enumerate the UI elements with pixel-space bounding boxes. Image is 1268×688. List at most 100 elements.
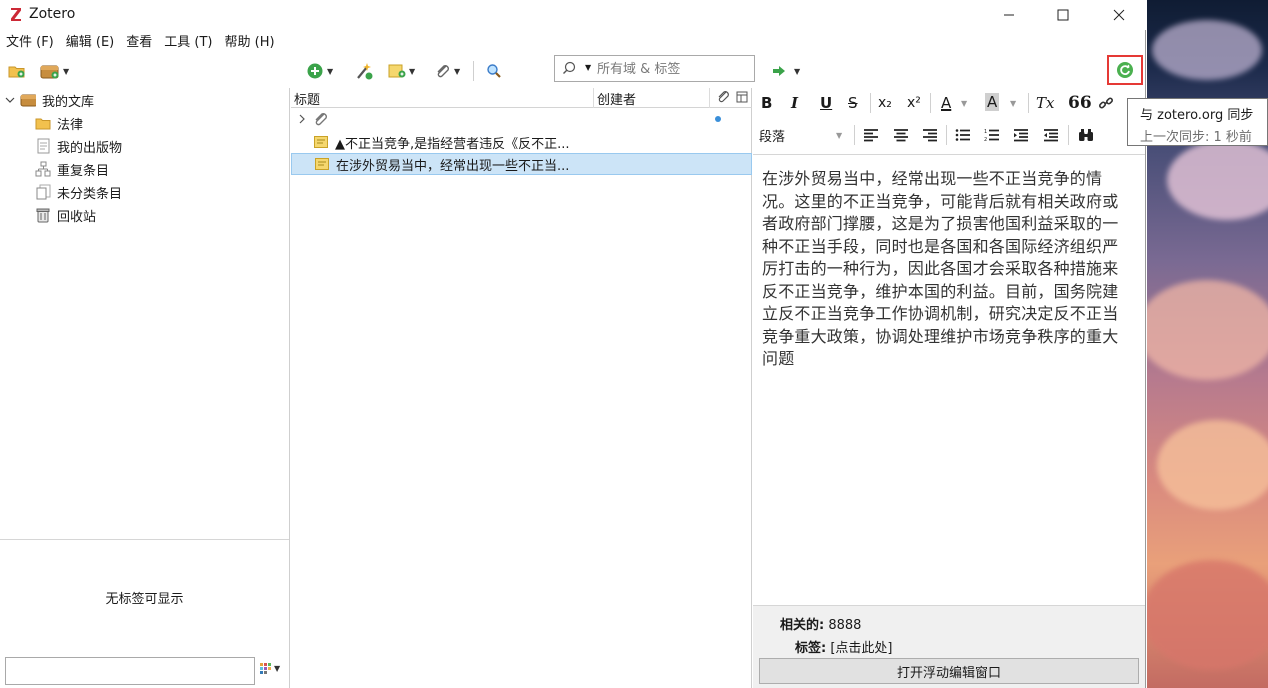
menu-view[interactable]: 查看 xyxy=(120,32,158,54)
table-row[interactable]: ▲不正当竞争,是指经营者违反《反不正... xyxy=(291,131,752,153)
superscript-button[interactable]: x² xyxy=(907,91,921,115)
minimize-button[interactable] xyxy=(986,0,1032,30)
svg-text:2: 2 xyxy=(984,137,987,142)
tag-selector-menu-button[interactable]: ▼ xyxy=(259,662,280,674)
tree-item-label: 重复条目 xyxy=(57,163,110,179)
related-row[interactable]: 相关的: 8888 xyxy=(780,614,861,633)
related-value[interactable]: 8888 xyxy=(828,618,861,633)
tree-item-my-library[interactable]: 我的文库 xyxy=(4,89,94,111)
search-mode-dropdown-icon[interactable]: ▼ xyxy=(585,63,591,72)
column-separator[interactable] xyxy=(593,88,594,108)
align-right-button[interactable] xyxy=(922,123,938,147)
tag-colors-icon xyxy=(260,663,271,674)
tree-item-my-publications[interactable]: 我的出版物 xyxy=(35,135,122,157)
menu-file[interactable]: 文件 (F) xyxy=(0,32,60,54)
tree-item-duplicates[interactable]: 重复条目 xyxy=(35,158,109,180)
search-input[interactable] xyxy=(597,59,747,79)
search-icon xyxy=(563,61,576,74)
arrow-right-icon xyxy=(773,66,785,76)
column-header-title[interactable]: 标题 xyxy=(294,89,320,108)
underline-button[interactable]: U xyxy=(820,91,832,115)
editor-toolbar-divider xyxy=(753,154,1145,155)
column-picker-icon[interactable] xyxy=(736,91,748,103)
new-collection-button[interactable] xyxy=(8,59,26,83)
align-center-icon xyxy=(894,129,908,142)
duplicates-icon xyxy=(35,161,51,177)
maximize-button[interactable] xyxy=(1040,0,1086,30)
menu-tools[interactable]: 工具 (T) xyxy=(158,32,218,54)
note-editor-pane: B I U S x₂ x² A ▼ A ▼ Tx 66 段落 ▼ 1 2 在涉外… xyxy=(753,88,1145,688)
folder-icon xyxy=(35,115,51,131)
column-header-creator[interactable]: 创建者 xyxy=(597,89,636,108)
toolbar-separator xyxy=(930,93,931,113)
menu-help[interactable]: 帮助 (H) xyxy=(219,32,281,54)
menu-edit[interactable]: 编辑 (E) xyxy=(60,32,121,54)
close-button[interactable] xyxy=(1096,0,1142,30)
note-text[interactable]: 在涉外贸易当中，经常出现一些不正当竞争的情况。这里的不正当竞争，可能背后就有相关… xyxy=(762,168,1127,371)
tags-value[interactable]: [点击此处] xyxy=(830,641,892,656)
chevron-down-icon[interactable]: ▼ xyxy=(1010,91,1016,115)
chevron-down-icon xyxy=(5,97,15,103)
text-color-button[interactable]: A xyxy=(941,91,951,115)
new-item-button[interactable]: ▼ xyxy=(306,59,333,83)
add-by-identifier-button[interactable] xyxy=(354,59,374,83)
chevron-down-icon: ▼ xyxy=(409,66,416,76)
link-button[interactable] xyxy=(1098,91,1114,115)
note-metadata-area: 相关的: 8888 标签: [点击此处] 打开浮动编辑窗口 xyxy=(753,605,1145,688)
toolbar-separator xyxy=(946,125,947,145)
tag-filter-input[interactable] xyxy=(6,658,254,684)
blockquote-button[interactable]: 66 xyxy=(1068,91,1092,115)
toolbar-separator xyxy=(1028,93,1029,113)
align-center-button[interactable] xyxy=(893,123,909,147)
column-header-attachments-icon[interactable] xyxy=(716,90,730,104)
new-library-button[interactable]: ▼ xyxy=(40,59,69,83)
chevron-right-icon[interactable] xyxy=(297,114,307,124)
menu-bar: 文件 (F) 编辑 (E) 查看 工具 (T) 帮助 (H) xyxy=(0,32,1146,54)
numbered-list-icon: 12 xyxy=(984,129,999,142)
numbered-list-button[interactable]: 12 xyxy=(984,123,1000,147)
add-attachment-button[interactable]: ▼ xyxy=(435,59,460,83)
paragraph-style-select[interactable]: 段落 xyxy=(759,123,785,147)
magic-wand-icon xyxy=(357,63,373,80)
open-floating-editor-button[interactable]: 打开浮动编辑窗口 xyxy=(759,658,1139,684)
title-bar: Zotero xyxy=(0,0,1146,30)
new-note-button[interactable]: ▼ xyxy=(388,59,415,83)
zotero-logo-icon xyxy=(11,8,21,21)
italic-button[interactable]: I xyxy=(791,91,798,115)
bullet-list-button[interactable] xyxy=(955,123,971,147)
column-separator[interactable] xyxy=(709,88,710,108)
advanced-search-button[interactable] xyxy=(486,59,502,83)
bold-button[interactable]: B xyxy=(761,91,772,115)
sync-icon xyxy=(1117,62,1133,78)
parent-attachment-row[interactable] xyxy=(291,108,752,130)
search-field[interactable]: ▼ xyxy=(554,55,755,82)
add-icon xyxy=(307,63,323,79)
tree-item-collection[interactable]: 法律 xyxy=(35,112,83,134)
tag-selector-splitter[interactable] xyxy=(0,539,289,540)
tree-item-label: 我的文库 xyxy=(42,94,95,110)
find-replace-button[interactable] xyxy=(1078,123,1094,147)
highlight-color-button[interactable]: A xyxy=(985,93,1000,111)
tags-row[interactable]: 标签: [点击此处] xyxy=(795,637,893,656)
tag-filter-field[interactable] xyxy=(5,657,255,685)
note-icon xyxy=(388,64,406,78)
outdent-button[interactable] xyxy=(1043,123,1059,147)
item-title: 在涉外贸易当中，经常出现一些不正当... xyxy=(336,158,570,174)
align-left-button[interactable] xyxy=(863,123,879,147)
toolbar-separator xyxy=(473,61,474,81)
tree-item-trash[interactable]: 回收站 xyxy=(35,204,96,226)
close-icon xyxy=(1113,9,1125,21)
clear-format-button[interactable]: Tx xyxy=(1036,91,1054,115)
chevron-down-icon[interactable]: ▼ xyxy=(961,91,967,115)
sync-button[interactable] xyxy=(1107,55,1143,85)
tree-item-unfiled[interactable]: 未分类条目 xyxy=(35,181,122,203)
trash-icon xyxy=(35,207,51,223)
table-row-selected[interactable]: 在涉外贸易当中，经常出现一些不正当... xyxy=(291,153,752,175)
related-label: 相关的: xyxy=(780,618,825,633)
subscript-button[interactable]: x₂ xyxy=(878,91,892,115)
locate-button[interactable]: ▼ xyxy=(772,59,800,83)
indent-button[interactable] xyxy=(1013,123,1029,147)
chevron-down-icon[interactable]: ▼ xyxy=(836,123,842,147)
chevron-down-icon: ▼ xyxy=(454,66,461,76)
strikethrough-button[interactable]: S xyxy=(848,91,858,115)
